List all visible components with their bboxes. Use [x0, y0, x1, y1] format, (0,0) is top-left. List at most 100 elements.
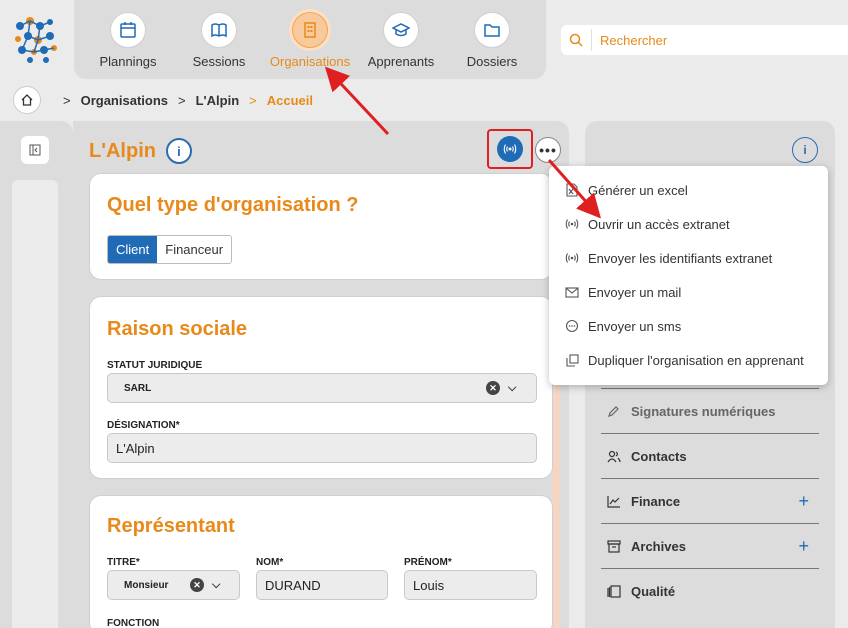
- graduation-cap-icon: [383, 12, 419, 48]
- duplicate-icon: [563, 353, 581, 367]
- designation-label: DÉSIGNATION*: [107, 420, 180, 431]
- menu-item-excel[interactable]: Générer un excel: [563, 179, 688, 201]
- chevron-down-icon[interactable]: ⌵: [508, 382, 516, 395]
- app-logo: [15, 17, 57, 63]
- nom-field[interactable]: DURAND: [256, 570, 388, 600]
- menu-item-label: Envoyer les identifiants extranet: [588, 250, 773, 266]
- add-finance-button[interactable]: +: [798, 491, 809, 512]
- breadcrumb-item[interactable]: L'Alpin: [196, 93, 240, 108]
- side-item-label: Archives: [631, 538, 686, 554]
- collapse-sidebar-icon[interactable]: [21, 136, 49, 164]
- folder-icon: [474, 12, 510, 48]
- client-option[interactable]: Client: [108, 236, 158, 263]
- nav-label: Apprenants: [367, 54, 435, 69]
- calendar-icon: [110, 12, 146, 48]
- side-item-label: Qualité: [631, 583, 676, 599]
- menu-item-label: Envoyer un mail: [588, 284, 682, 300]
- financeur-option[interactable]: Financeur: [157, 236, 231, 263]
- more-options-button[interactable]: •••: [535, 137, 561, 163]
- annotation-highlight: [487, 129, 533, 169]
- page-title-row: L'Alpin i: [89, 138, 192, 164]
- clear-icon[interactable]: ✕: [190, 578, 204, 592]
- broadcast-icon: [503, 144, 517, 154]
- designation-value: L'Alpin: [116, 440, 155, 456]
- clear-icon[interactable]: ✕: [486, 381, 500, 395]
- menu-item-send-sms[interactable]: Envoyer un sms: [563, 315, 681, 337]
- representant-card: Représentant TITRE* Monsieur ✕ ⌵ NOM* DU…: [89, 495, 553, 628]
- menu-item-label: Dupliquer l'organisation en apprenant: [588, 352, 804, 368]
- side-item-label: Finance: [631, 493, 681, 509]
- broadcast-icon: [563, 252, 581, 264]
- fonction-label: FONCTION: [107, 618, 160, 628]
- nav-label: Plannings: [99, 54, 157, 69]
- breadcrumb-item[interactable]: Organisations: [81, 93, 168, 108]
- menu-item-label: Ouvrir un accès extranet: [588, 216, 730, 232]
- add-archive-button[interactable]: +: [798, 536, 809, 557]
- side-item-label: Contacts: [631, 448, 687, 464]
- users-icon: [601, 450, 625, 463]
- more-options-menu: Générer un excel Ouvrir un accès extrane…: [549, 166, 828, 385]
- menu-item-label: Générer un excel: [588, 182, 688, 198]
- side-item-signatures[interactable]: Signatures numériques: [601, 388, 819, 433]
- left-panel: [0, 121, 73, 628]
- representant-card-title: Représentant: [107, 515, 235, 537]
- breadcrumb: > Organisations > L'Alpin > Accueil: [13, 86, 313, 114]
- titre-select[interactable]: Monsieur ✕ ⌵: [107, 570, 240, 600]
- search-divider: [591, 29, 592, 51]
- info-icon[interactable]: i: [792, 137, 818, 163]
- chevron-right-icon: >: [249, 92, 257, 108]
- nav-apprenants[interactable]: Apprenants: [353, 12, 449, 69]
- designation-field[interactable]: L'Alpin: [107, 433, 537, 463]
- nom-value: DURAND: [265, 577, 321, 593]
- book-icon: [201, 12, 237, 48]
- side-item-qualite[interactable]: Qualité: [601, 568, 819, 613]
- search-input[interactable]: [600, 32, 776, 48]
- prenom-value: Louis: [413, 577, 445, 593]
- nav-label: Sessions: [192, 54, 246, 69]
- prenom-label: PRÉNOM*: [404, 557, 452, 568]
- titre-value: Monsieur: [124, 579, 169, 591]
- menu-item-label: Envoyer un sms: [588, 318, 682, 334]
- chevron-right-icon: >: [178, 92, 186, 108]
- top-navigation: Plannings Sessions Organisations Apprena…: [74, 0, 546, 79]
- left-column: [12, 180, 58, 628]
- raison-card: Raison sociale STATUT JURIDIQUE SARL ✕ ⌵…: [89, 296, 553, 479]
- page-title: L'Alpin: [89, 139, 156, 162]
- prenom-field[interactable]: Louis: [404, 570, 537, 600]
- nav-dossiers[interactable]: Dossiers: [444, 12, 540, 69]
- menu-item-duplicate[interactable]: Dupliquer l'organisation en apprenant: [563, 349, 804, 371]
- side-item-archives[interactable]: Archives +: [601, 523, 819, 568]
- nav-organisations[interactable]: Organisations: [262, 12, 358, 69]
- info-icon[interactable]: i: [165, 138, 192, 164]
- nom-label: NOM*: [256, 557, 284, 568]
- quality-icon: [601, 584, 625, 598]
- nav-plannings[interactable]: Plannings: [80, 12, 176, 69]
- type-toggle: Client Financeur: [107, 235, 233, 264]
- excel-file-icon: [563, 183, 581, 197]
- search-bar: [561, 25, 848, 55]
- type-card-title: Quel type d'organisation ?: [107, 194, 359, 216]
- search-icon: [561, 33, 591, 47]
- building-icon: [292, 12, 328, 48]
- statut-select[interactable]: SARL ✕ ⌵: [107, 373, 537, 403]
- nav-sessions[interactable]: Sessions: [171, 12, 267, 69]
- raison-card-title: Raison sociale: [107, 318, 248, 340]
- envelope-icon: [563, 286, 581, 298]
- menu-item-send-credentials[interactable]: Envoyer les identifiants extranet: [563, 247, 772, 269]
- chevron-right-icon: >: [63, 92, 71, 108]
- type-card: Quel type d'organisation ? Client Financ…: [89, 173, 553, 280]
- titre-label: TITRE*: [107, 557, 140, 568]
- home-icon[interactable]: [13, 86, 41, 114]
- nav-label: Organisations: [269, 54, 351, 69]
- archive-icon: [601, 539, 625, 553]
- statut-label: STATUT JURIDIQUE: [107, 360, 203, 371]
- side-item-finance[interactable]: Finance +: [601, 478, 819, 523]
- menu-item-open-extranet[interactable]: Ouvrir un accès extranet: [563, 213, 730, 235]
- chart-line-icon: [601, 495, 625, 508]
- chat-icon: [563, 319, 581, 333]
- extranet-button[interactable]: [497, 136, 523, 162]
- menu-item-send-mail[interactable]: Envoyer un mail: [563, 281, 681, 303]
- side-item-contacts[interactable]: Contacts: [601, 433, 819, 478]
- chevron-down-icon[interactable]: ⌵: [212, 579, 220, 592]
- side-item-label: Signatures numériques: [631, 403, 776, 419]
